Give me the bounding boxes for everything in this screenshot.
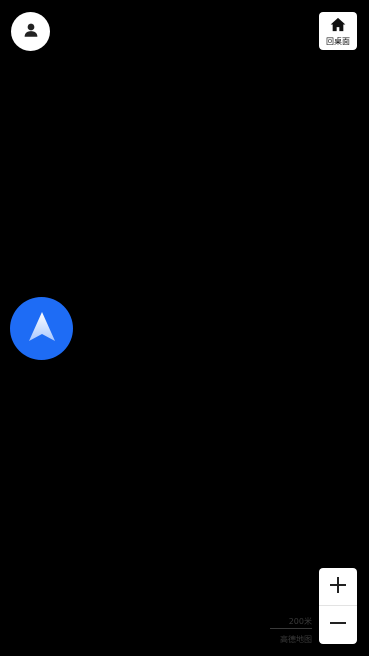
map-attribution: 高德地图 [280,635,312,644]
plus-icon [329,576,347,598]
profile-button[interactable] [11,12,50,51]
minus-icon [329,614,347,636]
zoom-in-button[interactable] [319,568,357,605]
home-button[interactable]: 回桌面 [319,12,357,50]
map-scale: 200米 [270,616,312,629]
zoom-out-button[interactable] [319,606,357,643]
zoom-controls [319,568,357,644]
scale-label: 200米 [288,617,312,626]
person-icon [22,21,40,43]
navigation-arrow-icon [27,310,57,348]
current-location-marker [10,297,73,360]
scale-bar [270,628,312,629]
home-icon [330,17,346,36]
home-button-label: 回桌面 [326,36,350,46]
map-canvas[interactable]: 回桌面 200米 高德地图 [0,0,369,656]
